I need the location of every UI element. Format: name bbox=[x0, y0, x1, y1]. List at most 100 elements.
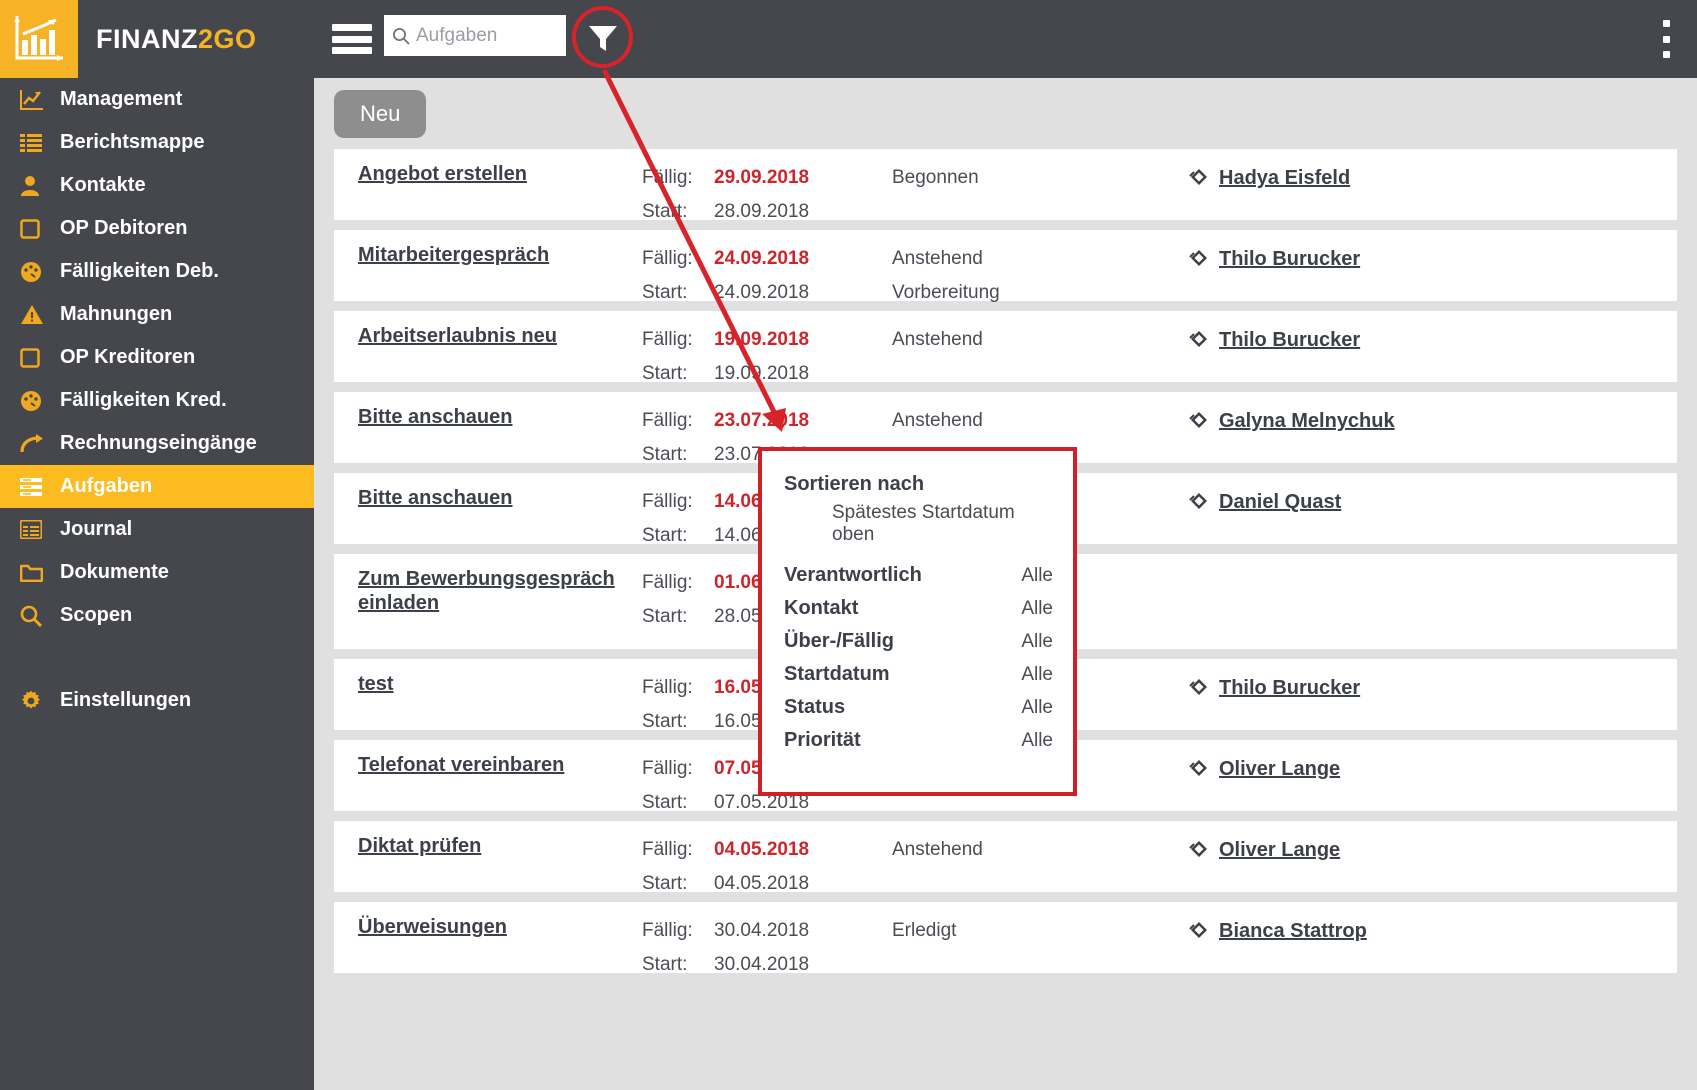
task-title-link[interactable]: Bitte anschauen bbox=[358, 487, 512, 509]
gauge-icon bbox=[20, 261, 54, 283]
task-person-link[interactable]: Bianca Stattrop bbox=[1219, 918, 1367, 944]
due-label: Fällig: bbox=[642, 839, 693, 860]
task-person-link[interactable]: Oliver Lange bbox=[1219, 756, 1340, 782]
kebab-menu-icon[interactable] bbox=[1653, 18, 1679, 60]
task-person-link[interactable]: Daniel Quast bbox=[1219, 489, 1341, 515]
sidebar-item-journal[interactable]: Journal bbox=[0, 508, 314, 551]
sidebar-item-label: OP Kreditoren bbox=[60, 346, 196, 368]
task-title-link[interactable]: Zum Bewerbungsgespräch einladen bbox=[358, 568, 615, 614]
task-person-cell: Daniel Quast bbox=[1188, 485, 1677, 516]
start-label: Start: bbox=[642, 954, 688, 975]
filter-entry-label: Status bbox=[784, 696, 846, 718]
filter-entry[interactable]: Priorität Alle bbox=[784, 729, 1053, 752]
task-title-cell: Mitarbeitergespräch bbox=[346, 242, 642, 267]
task-person-link[interactable]: Thilo Burucker bbox=[1219, 246, 1360, 272]
start-label: Start: bbox=[642, 444, 688, 465]
task-due-line: Fällig: 30.04.2018 bbox=[642, 914, 892, 948]
sidebar-item-management[interactable]: Management bbox=[0, 78, 314, 121]
sidebar-item-einstellungen[interactable]: Einstellungen bbox=[0, 679, 314, 722]
hamburger-bar bbox=[332, 47, 372, 54]
sidebar-item-aufgaben[interactable]: Aufgaben bbox=[0, 465, 314, 508]
task-title-link[interactable]: Telefonat vereinbaren bbox=[358, 754, 564, 776]
filter-entry[interactable]: Startdatum Alle bbox=[784, 663, 1053, 686]
task-title-link[interactable]: Bitte anschauen bbox=[358, 406, 512, 428]
sidebar-item-label: Berichtsmappe bbox=[60, 131, 205, 153]
task-row: Arbeitserlaubnis neu Fällig: 19.09.2018 Sta… bbox=[334, 311, 1677, 384]
bar-chart-growth-icon bbox=[14, 16, 63, 61]
sidebar-item-dokumente[interactable]: Dokumente bbox=[0, 551, 314, 594]
sidebar-item-op-debitoren[interactable]: OP Debitoren bbox=[0, 207, 314, 250]
task-title-cell: Telefonat vereinbaren bbox=[346, 752, 642, 777]
sidebar-item-rechnungseingaenge[interactable]: Rechnungseingänge bbox=[0, 422, 314, 465]
sidebar-item-berichtsmappe[interactable]: Berichtsmappe bbox=[0, 121, 314, 164]
filter-button[interactable] bbox=[578, 10, 628, 65]
filter-entry-value: Alle bbox=[1021, 664, 1053, 685]
filter-entry-value: Alle bbox=[1021, 730, 1053, 751]
attachment-tag-icon bbox=[1188, 756, 1210, 783]
due-value: 04.05.2018 bbox=[714, 839, 810, 860]
top-bar: FINANZ2GO bbox=[0, 0, 1697, 78]
kebab-dot bbox=[1662, 51, 1670, 58]
filter-entry[interactable]: Über-/Fällig Alle bbox=[784, 630, 1053, 653]
line-chart-icon bbox=[20, 89, 54, 111]
square-outline-icon bbox=[20, 218, 54, 239]
filter-entry[interactable]: Verantwortlich Alle bbox=[784, 564, 1053, 587]
task-title-link[interactable]: test bbox=[358, 673, 394, 695]
task-title-link[interactable]: Mitarbeitergespräch bbox=[358, 244, 549, 266]
task-title-link[interactable]: Arbeitserlaubnis neu bbox=[358, 325, 557, 347]
search-icon bbox=[393, 27, 410, 45]
new-task-button[interactable]: Neu bbox=[334, 89, 427, 138]
task-title-cell: test bbox=[346, 671, 642, 696]
task-person-link[interactable]: Thilo Burucker bbox=[1219, 327, 1360, 353]
task-person-link[interactable]: Hadya Eisfeld bbox=[1219, 165, 1350, 191]
sidebar-item-faelligkeiten-kred[interactable]: Fälligkeiten Kred. bbox=[0, 379, 314, 422]
due-label: Fällig: bbox=[642, 920, 693, 941]
attachment-tag-icon bbox=[1188, 489, 1210, 516]
attachment-tag-icon bbox=[1188, 327, 1210, 354]
app-root: FINANZ2GO Aufgaben Management Berichtsma… bbox=[0, 0, 1697, 1090]
attachment-tag-icon bbox=[1188, 837, 1210, 864]
task-title-link[interactable]: Angebot erstellen bbox=[358, 163, 527, 185]
filter-sort-row[interactable]: Sortieren nach bbox=[784, 473, 1053, 496]
filter-popup-body: Sortieren nach Spätestes Startdatum oben… bbox=[762, 451, 1073, 752]
task-start-line: Start: 24.09.2018 bbox=[642, 276, 892, 310]
sidebar-item-op-kreditoren[interactable]: OP Kreditoren bbox=[0, 336, 314, 379]
attachment-tag-icon bbox=[1188, 675, 1210, 702]
due-label: Fällig: bbox=[642, 491, 693, 512]
start-value: 30.04.2018 bbox=[714, 954, 810, 975]
filter-entry-value: Alle bbox=[1021, 565, 1053, 586]
task-status-primary: Erledigt bbox=[892, 920, 957, 941]
filter-entry[interactable]: Status Alle bbox=[784, 696, 1053, 719]
tasks-lines-icon bbox=[20, 477, 54, 496]
task-person-link[interactable]: Galyna Melnychuk bbox=[1219, 408, 1395, 434]
task-person-link[interactable]: Oliver Lange bbox=[1219, 837, 1340, 863]
task-dates-cell: Fällig: 19.09.2018 Start: 19.09.2018 bbox=[642, 323, 892, 391]
search-box[interactable] bbox=[384, 15, 566, 56]
start-label: Start: bbox=[642, 363, 688, 384]
app-logo[interactable] bbox=[0, 0, 78, 78]
gauge-icon bbox=[20, 390, 54, 412]
attachment-tag-icon bbox=[1188, 246, 1210, 273]
filter-entry[interactable]: Kontakt Alle bbox=[784, 597, 1053, 620]
brand-title: FINANZ2GO bbox=[96, 24, 257, 55]
sidebar-item-kontakte[interactable]: Kontakte bbox=[0, 164, 314, 207]
person-icon bbox=[20, 175, 54, 197]
sidebar-item-faelligkeiten-deb[interactable]: Fälligkeiten Deb. bbox=[0, 250, 314, 293]
task-person-cell: Thilo Burucker bbox=[1188, 323, 1677, 354]
due-label: Fällig: bbox=[642, 248, 693, 269]
sidebar-item-label: Kontakte bbox=[60, 174, 146, 196]
search-input[interactable] bbox=[416, 15, 558, 56]
sidebar-item-scopen[interactable]: Scopen bbox=[0, 594, 314, 637]
folder-icon bbox=[20, 563, 54, 582]
task-title-cell: Angebot erstellen bbox=[346, 161, 642, 186]
filter-entry-list: Verantwortlich Alle Kontakt Alle Über-/Fälli… bbox=[784, 564, 1053, 752]
task-status-cell: Anstehend Vorbereitung bbox=[892, 242, 1188, 310]
hamburger-menu-icon[interactable] bbox=[332, 20, 372, 58]
task-title-link[interactable]: Überweisungen bbox=[358, 916, 507, 938]
task-title-link[interactable]: Diktat prüfen bbox=[358, 835, 481, 857]
task-person-link[interactable]: Thilo Burucker bbox=[1219, 675, 1360, 701]
sidebar-item-mahnungen[interactable]: Mahnungen bbox=[0, 293, 314, 336]
task-row: Angebot erstellen Fällig: 29.09.2018 Start:… bbox=[334, 149, 1677, 222]
task-dates-cell: Fällig: 29.09.2018 Start: 28.09.2018 bbox=[642, 161, 892, 229]
